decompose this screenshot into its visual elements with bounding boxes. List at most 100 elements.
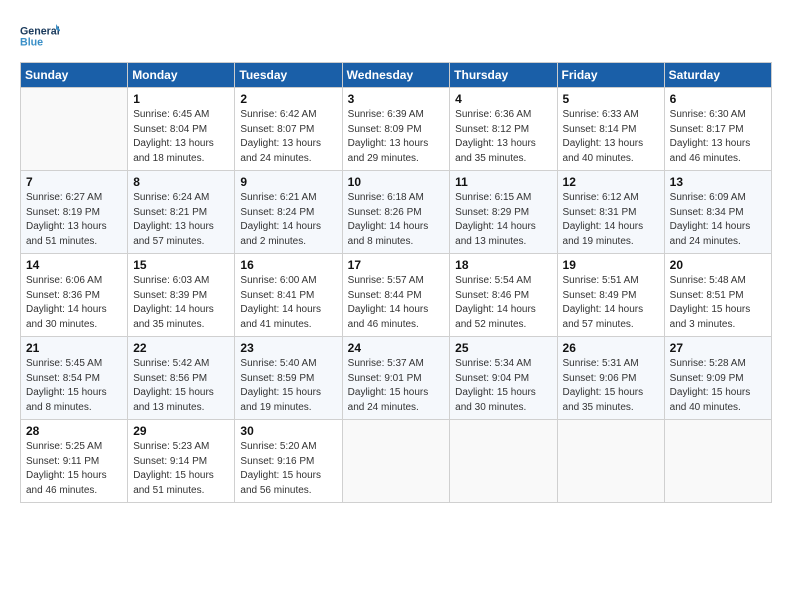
- logo: General Blue: [20, 16, 60, 56]
- weekday-header-thursday: Thursday: [450, 63, 557, 88]
- calendar-cell: 29 Sunrise: 5:23 AM Sunset: 9:14 PM Dayli…: [128, 420, 235, 503]
- calendar-cell: [450, 420, 557, 503]
- day-number: 25: [455, 341, 551, 355]
- day-number: 19: [563, 258, 659, 272]
- weekday-header-sunday: Sunday: [21, 63, 128, 88]
- day-info: Sunrise: 5:25 AM Sunset: 9:11 PM Dayligh…: [26, 440, 122, 498]
- day-info: Sunrise: 5:34 AM Sunset: 9:04 PM Dayligh…: [455, 357, 551, 415]
- calendar-week-4: 21 Sunrise: 5:45 AM Sunset: 8:54 PM Dayli…: [21, 337, 772, 420]
- calendar-week-2: 7Sunrise: 6:27 AM Sunset: 8:19 PM Daylig…: [21, 171, 772, 254]
- day-number: 1: [133, 92, 229, 106]
- day-number: 4: [455, 92, 551, 106]
- day-number: 16: [240, 258, 336, 272]
- day-number: 17: [348, 258, 445, 272]
- day-info: Sunrise: 6:42 AM Sunset: 8:07 PM Dayligh…: [240, 108, 336, 166]
- calendar-cell: [342, 420, 450, 503]
- day-number: 9: [240, 175, 336, 189]
- calendar-cell: 9 Sunrise: 6:21 AM Sunset: 8:24 PM Daylig…: [235, 171, 342, 254]
- day-info: Sunrise: 6:33 AM Sunset: 8:14 PM Dayligh…: [563, 108, 659, 166]
- day-info: Sunrise: 5:45 AM Sunset: 8:54 PM Dayligh…: [26, 357, 122, 415]
- day-info: Sunrise: 5:51 AM Sunset: 8:49 PM Dayligh…: [563, 274, 659, 332]
- day-info: Sunrise: 5:57 AM Sunset: 8:44 PM Dayligh…: [348, 274, 445, 332]
- day-number: 27: [670, 341, 766, 355]
- calendar-cell: 21 Sunrise: 5:45 AM Sunset: 8:54 PM Dayli…: [21, 337, 128, 420]
- day-info: Sunrise: 5:31 AM Sunset: 9:06 PM Dayligh…: [563, 357, 659, 415]
- day-info: Sunrise: 5:48 AM Sunset: 8:51 PM Dayligh…: [670, 274, 766, 332]
- calendar-cell: 28 Sunrise: 5:25 AM Sunset: 9:11 PM Dayli…: [21, 420, 128, 503]
- calendar-cell: 20Sunrise: 5:48 AM Sunset: 8:51 PM Dayli…: [664, 254, 771, 337]
- calendar-cell: [557, 420, 664, 503]
- calendar-cell: 15 Sunrise: 6:03 AM Sunset: 8:39 PM Dayli…: [128, 254, 235, 337]
- day-info: Sunrise: 6:24 AM Sunset: 8:21 PM Dayligh…: [133, 191, 229, 249]
- page: General Blue SundayMondayTuesdayWednesda…: [0, 0, 792, 513]
- day-info: Sunrise: 5:42 AM Sunset: 8:56 PM Dayligh…: [133, 357, 229, 415]
- calendar-week-5: 28 Sunrise: 5:25 AM Sunset: 9:11 PM Dayli…: [21, 420, 772, 503]
- day-number: 29: [133, 424, 229, 438]
- calendar-cell: 6 Sunrise: 6:30 AM Sunset: 8:17 PM Daylig…: [664, 88, 771, 171]
- weekday-header-friday: Friday: [557, 63, 664, 88]
- day-number: 21: [26, 341, 122, 355]
- calendar-cell: 25 Sunrise: 5:34 AM Sunset: 9:04 PM Dayli…: [450, 337, 557, 420]
- day-number: 30: [240, 424, 336, 438]
- calendar-cell: 26 Sunrise: 5:31 AM Sunset: 9:06 PM Dayli…: [557, 337, 664, 420]
- day-number: 11: [455, 175, 551, 189]
- calendar-cell: 17 Sunrise: 5:57 AM Sunset: 8:44 PM Dayli…: [342, 254, 450, 337]
- calendar-cell: 2 Sunrise: 6:42 AM Sunset: 8:07 PM Daylig…: [235, 88, 342, 171]
- calendar-cell: 10 Sunrise: 6:18 AM Sunset: 8:26 PM Dayli…: [342, 171, 450, 254]
- day-number: 6: [670, 92, 766, 106]
- day-number: 24: [348, 341, 445, 355]
- calendar-cell: 3 Sunrise: 6:39 AM Sunset: 8:09 PM Daylig…: [342, 88, 450, 171]
- day-info: Sunrise: 6:03 AM Sunset: 8:39 PM Dayligh…: [133, 274, 229, 332]
- day-number: 7: [26, 175, 122, 189]
- day-info: Sunrise: 6:09 AM Sunset: 8:34 PM Dayligh…: [670, 191, 766, 249]
- day-info: Sunrise: 6:45 AM Sunset: 8:04 PM Dayligh…: [133, 108, 229, 166]
- day-number: 13: [670, 175, 766, 189]
- day-number: 22: [133, 341, 229, 355]
- weekday-header-saturday: Saturday: [664, 63, 771, 88]
- day-info: Sunrise: 6:06 AM Sunset: 8:36 PM Dayligh…: [26, 274, 122, 332]
- day-number: 10: [348, 175, 445, 189]
- day-number: 3: [348, 92, 445, 106]
- day-number: 28: [26, 424, 122, 438]
- day-info: Sunrise: 6:36 AM Sunset: 8:12 PM Dayligh…: [455, 108, 551, 166]
- day-info: Sunrise: 6:39 AM Sunset: 8:09 PM Dayligh…: [348, 108, 445, 166]
- day-info: Sunrise: 6:30 AM Sunset: 8:17 PM Dayligh…: [670, 108, 766, 166]
- calendar-header-row: SundayMondayTuesdayWednesdayThursdayFrid…: [21, 63, 772, 88]
- calendar-cell: 7Sunrise: 6:27 AM Sunset: 8:19 PM Daylig…: [21, 171, 128, 254]
- day-info: Sunrise: 5:20 AM Sunset: 9:16 PM Dayligh…: [240, 440, 336, 498]
- calendar-week-1: 1 Sunrise: 6:45 AM Sunset: 8:04 PM Daylig…: [21, 88, 772, 171]
- day-number: 26: [563, 341, 659, 355]
- calendar-cell: 14 Sunrise: 6:06 AM Sunset: 8:36 PM Dayli…: [21, 254, 128, 337]
- calendar-cell: [21, 88, 128, 171]
- day-number: 5: [563, 92, 659, 106]
- calendar-cell: 8Sunrise: 6:24 AM Sunset: 8:21 PM Daylig…: [128, 171, 235, 254]
- calendar-table: SundayMondayTuesdayWednesdayThursdayFrid…: [20, 62, 772, 503]
- day-info: Sunrise: 6:00 AM Sunset: 8:41 PM Dayligh…: [240, 274, 336, 332]
- day-number: 14: [26, 258, 122, 272]
- calendar-cell: 30 Sunrise: 5:20 AM Sunset: 9:16 PM Dayli…: [235, 420, 342, 503]
- calendar-cell: 27 Sunrise: 5:28 AM Sunset: 9:09 PM Dayli…: [664, 337, 771, 420]
- header: General Blue: [20, 16, 772, 56]
- day-info: Sunrise: 6:18 AM Sunset: 8:26 PM Dayligh…: [348, 191, 445, 249]
- calendar-cell: 1 Sunrise: 6:45 AM Sunset: 8:04 PM Daylig…: [128, 88, 235, 171]
- day-info: Sunrise: 5:28 AM Sunset: 9:09 PM Dayligh…: [670, 357, 766, 415]
- calendar-cell: 4 Sunrise: 6:36 AM Sunset: 8:12 PM Daylig…: [450, 88, 557, 171]
- day-info: Sunrise: 6:15 AM Sunset: 8:29 PM Dayligh…: [455, 191, 551, 249]
- day-number: 18: [455, 258, 551, 272]
- day-info: Sunrise: 5:23 AM Sunset: 9:14 PM Dayligh…: [133, 440, 229, 498]
- calendar-cell: 5 Sunrise: 6:33 AM Sunset: 8:14 PM Daylig…: [557, 88, 664, 171]
- weekday-header-monday: Monday: [128, 63, 235, 88]
- calendar-cell: 23Sunrise: 5:40 AM Sunset: 8:59 PM Dayli…: [235, 337, 342, 420]
- calendar-cell: 11 Sunrise: 6:15 AM Sunset: 8:29 PM Dayli…: [450, 171, 557, 254]
- day-number: 2: [240, 92, 336, 106]
- day-info: Sunrise: 5:54 AM Sunset: 8:46 PM Dayligh…: [455, 274, 551, 332]
- day-info: Sunrise: 5:40 AM Sunset: 8:59 PM Dayligh…: [240, 357, 336, 415]
- logo-svg: General Blue: [20, 16, 60, 56]
- day-number: 12: [563, 175, 659, 189]
- calendar-cell: 22 Sunrise: 5:42 AM Sunset: 8:56 PM Dayli…: [128, 337, 235, 420]
- day-info: Sunrise: 6:21 AM Sunset: 8:24 PM Dayligh…: [240, 191, 336, 249]
- day-info: Sunrise: 6:12 AM Sunset: 8:31 PM Dayligh…: [563, 191, 659, 249]
- calendar-cell: 18 Sunrise: 5:54 AM Sunset: 8:46 PM Dayli…: [450, 254, 557, 337]
- svg-text:Blue: Blue: [20, 36, 43, 48]
- day-number: 15: [133, 258, 229, 272]
